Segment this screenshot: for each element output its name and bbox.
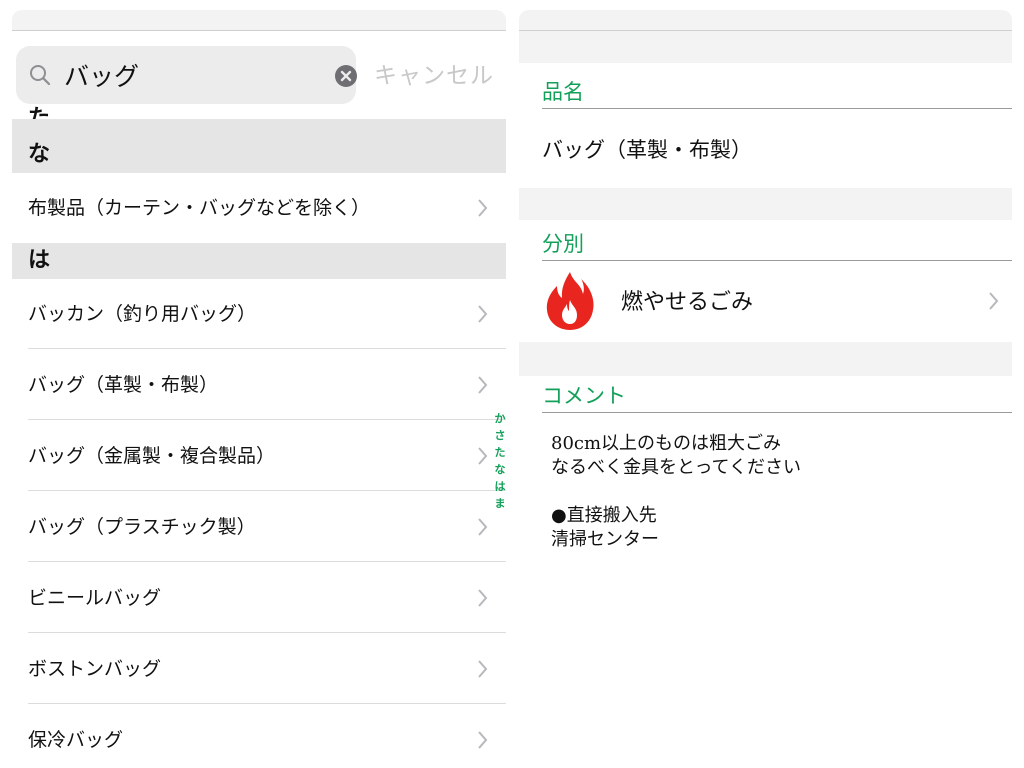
search-icon <box>30 65 51 86</box>
chevron-right-icon <box>478 376 488 394</box>
top-bar <box>12 10 506 31</box>
index-letter[interactable]: な <box>494 461 506 478</box>
clear-icon[interactable] <box>334 64 358 88</box>
row-separator <box>28 632 506 633</box>
comment-line: なるべく金具をとってください <box>551 457 802 478</box>
index-letter[interactable]: た <box>494 444 506 461</box>
list-item-label: バッグ（革製・布製） <box>28 374 219 396</box>
section-header-partial: た <box>28 106 51 119</box>
row-separator <box>28 703 506 704</box>
list-item[interactable]: バッグ（金属製・複合製品） <box>12 421 506 491</box>
search-bar[interactable] <box>16 46 358 104</box>
list-item[interactable]: 布製品（カーテン・バッグなどを除く） <box>12 173 506 243</box>
comment-line: 清掃センター <box>551 529 659 550</box>
list-item[interactable]: バッカン（釣り用バッグ） <box>12 279 506 349</box>
chevron-right-icon <box>478 518 488 536</box>
list-item-label: 布製品（カーテン・バッグなどを除く） <box>28 197 371 219</box>
list-item[interactable]: ボストンバッグ <box>12 634 506 704</box>
index-letter[interactable]: さ <box>494 427 506 444</box>
item-name-value: バッグ（革製・布製） <box>542 138 752 162</box>
list-item[interactable]: 保冷バッグ <box>12 705 506 768</box>
index-letter[interactable]: か <box>494 410 506 427</box>
list-item[interactable]: バッグ（プラスチック製） <box>12 492 506 562</box>
fire-icon <box>546 272 594 330</box>
search-input[interactable] <box>64 56 314 94</box>
top-bar <box>519 10 1012 31</box>
results-list: た な 布製品（カーテン・バッグなどを除く） は バッカン（釣り用バッグ） バッ… <box>0 106 512 768</box>
list-item-label: ビニールバッグ <box>28 587 162 609</box>
item-name-header: 品名 <box>542 76 1012 109</box>
section-index-bar[interactable]: か さ た な は ま <box>494 410 506 512</box>
comment-header: コメント <box>542 380 1012 413</box>
section-spacer <box>519 342 1012 376</box>
chevron-right-icon <box>478 199 488 217</box>
index-letter[interactable]: ま <box>494 495 506 512</box>
comment-body: 80cm以上のものは粗大ごみ なるべく金具をとってください ●直接搬入先 清掃セ… <box>551 432 801 552</box>
row-separator <box>28 419 506 420</box>
chevron-right-icon <box>478 660 488 678</box>
chevron-right-icon <box>478 589 488 607</box>
search-results-screen: キャンセル た な 布製品（カーテン・バッグなどを除く） は バッカン（釣り用バ… <box>0 0 512 768</box>
row-separator <box>28 561 506 562</box>
list-item-label: バッグ（プラスチック製） <box>28 516 256 538</box>
list-item-label: バッグ（金属製・複合製品） <box>28 445 276 467</box>
section-header-na: た な <box>12 106 506 173</box>
row-separator <box>28 348 506 349</box>
comment-line: ●直接搬入先 <box>551 505 657 526</box>
list-item-label: ボストンバッグ <box>28 658 162 680</box>
row-separator <box>28 490 506 491</box>
section-header-label: な <box>28 142 51 167</box>
section-spacer <box>519 188 1012 220</box>
index-letter[interactable]: は <box>494 478 506 495</box>
category-label: 燃やせるごみ <box>621 290 754 315</box>
comment-line: 80cm以上のものは粗大ごみ <box>551 433 782 454</box>
pane-divider <box>512 0 519 768</box>
cancel-button[interactable]: キャンセル <box>374 56 494 90</box>
chevron-right-icon <box>478 731 488 749</box>
section-spacer <box>519 31 1012 63</box>
section-header-ha: は <box>12 243 506 279</box>
chevron-right-icon <box>478 447 488 465</box>
list-item-label: バッカン（釣り用バッグ） <box>28 303 257 325</box>
list-item[interactable]: バッグ（革製・布製） <box>12 350 506 420</box>
category-header: 分別 <box>542 228 1012 261</box>
section-header-label: は <box>28 248 51 273</box>
list-item-label: 保冷バッグ <box>28 729 124 751</box>
item-detail-screen: 品名 バッグ（革製・布製） 分別 燃やせるごみ コメント 80cm以上のものは粗… <box>519 0 1024 768</box>
chevron-right-icon <box>478 305 488 323</box>
chevron-right-icon <box>989 292 999 310</box>
list-item[interactable]: ビニールバッグ <box>12 563 506 633</box>
